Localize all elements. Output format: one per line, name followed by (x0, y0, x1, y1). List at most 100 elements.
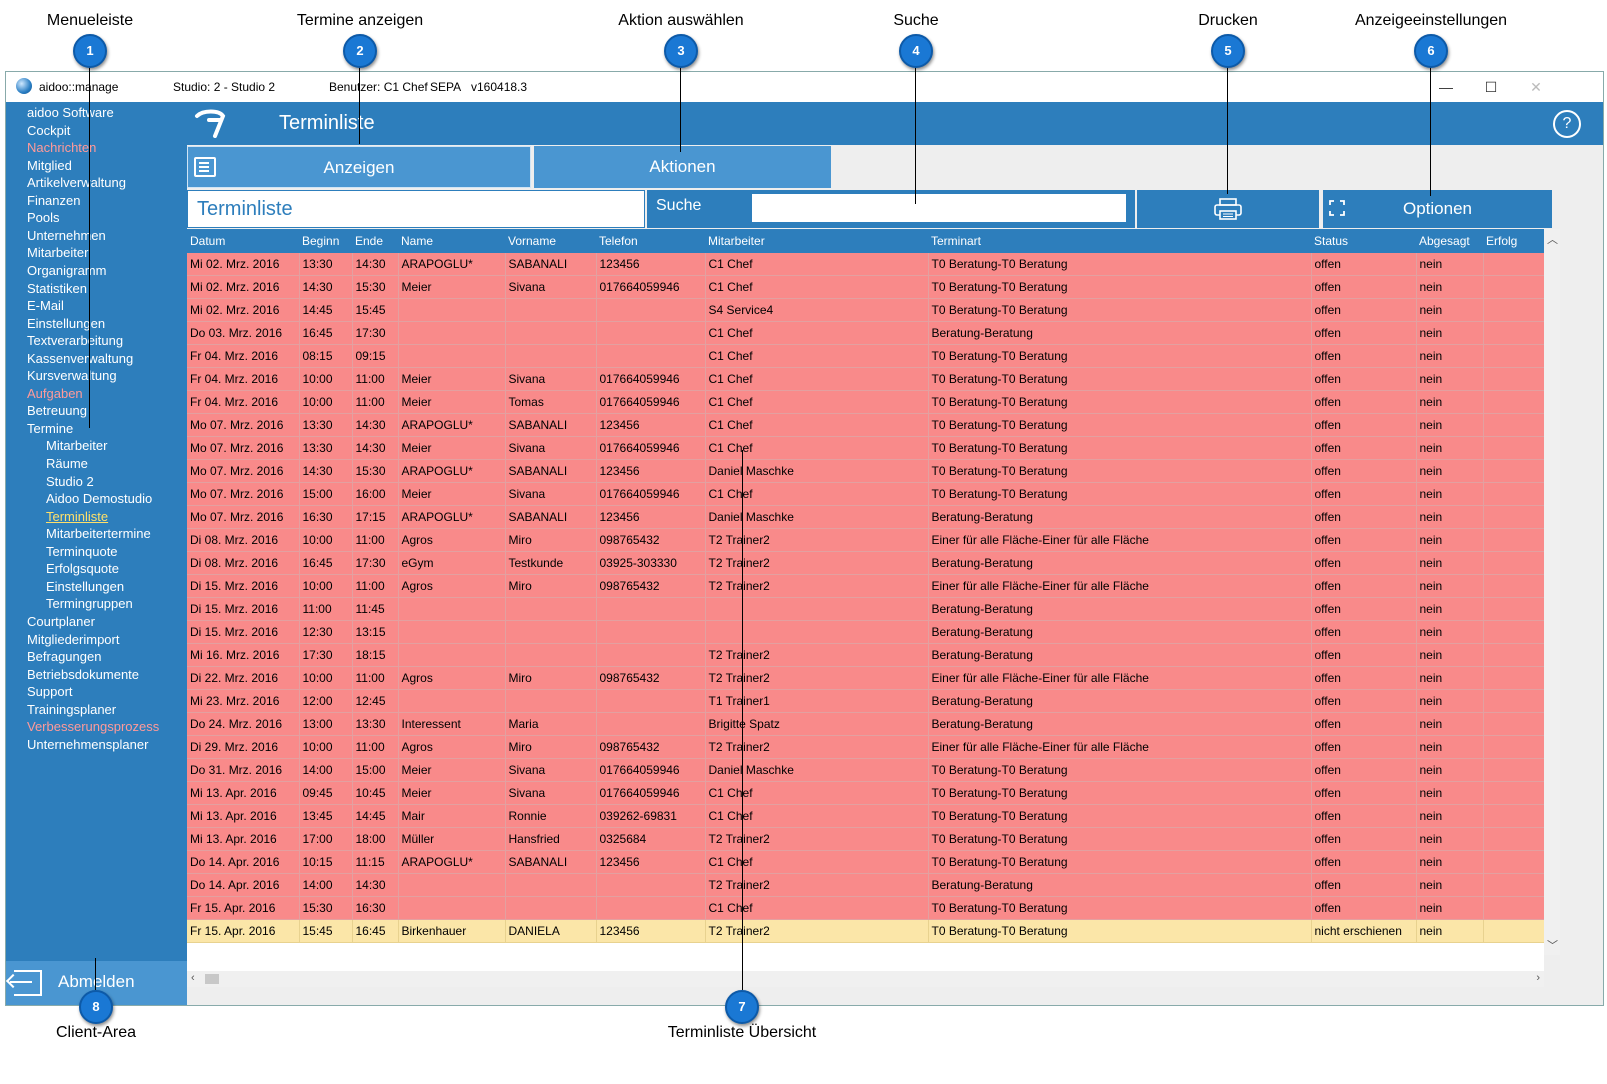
table-row[interactable]: Do 31. Mrz. 2016 14:00 15:00 Meier Sivana 017… (187, 758, 1544, 782)
sidebar-item[interactable]: Aidoo Demostudio (46, 491, 152, 506)
table-row[interactable]: Mi 16. Mrz. 2016 17:30 18:15 T2 Trainer2 Ber… (187, 643, 1544, 667)
table-row[interactable]: Mo 07. Mrz. 2016 14:30 15:30 ARAPOGLU* SABAN… (187, 459, 1544, 483)
column-header[interactable]: Telefon (596, 229, 705, 253)
sidebar-item[interactable]: Erfolgsquote (46, 561, 119, 576)
table-row[interactable]: Mo 07. Mrz. 2016 13:30 14:30 ARAPOGLU* SABAN… (187, 413, 1544, 437)
column-header[interactable]: Datum (187, 229, 299, 253)
column-header[interactable]: Status (1311, 229, 1416, 253)
sidebar-item[interactable]: Textverarbeitung (27, 333, 123, 348)
column-header[interactable]: Abgesagt (1416, 229, 1483, 253)
table-row[interactable]: Fr 15. Apr. 2016 15:30 16:30 C1 Chef T0 Bera… (187, 896, 1544, 920)
scroll-left-icon[interactable]: ‹ (191, 972, 195, 984)
sidebar-item[interactable]: Termingruppen (46, 596, 133, 611)
scroll-thumb[interactable] (205, 974, 219, 984)
search-label: Suche (656, 197, 702, 214)
search-input[interactable] (752, 194, 1126, 222)
table-row[interactable]: Mo 07. Mrz. 2016 15:00 16:00 Meier Sivana 017… (187, 482, 1544, 506)
table-row[interactable]: Di 29. Mrz. 2016 10:00 11:00 Agros Miro 09876… (187, 735, 1544, 759)
sidebar-item[interactable]: Organigramm (27, 263, 106, 278)
table-row[interactable]: Fr 04. Mrz. 2016 10:00 11:00 Meier Sivana 017… (187, 367, 1544, 391)
table-row[interactable]: Mi 02. Mrz. 2016 13:30 14:30 ARAPOGLU* SABAN… (187, 253, 1544, 276)
table-row[interactable]: Fr 04. Mrz. 2016 10:00 11:00 Meier Tomas 0176… (187, 390, 1544, 414)
scroll-right-icon[interactable]: › (1536, 972, 1540, 984)
table-row[interactable]: Mi 02. Mrz. 2016 14:30 15:30 Meier Sivana 017… (187, 275, 1544, 299)
column-header[interactable]: Erfolg (1483, 229, 1544, 253)
table-row[interactable]: Mi 13. Apr. 2016 13:45 14:45 Mair Ronnie 0392… (187, 804, 1544, 828)
sidebar-item[interactable]: Befragungen (27, 649, 101, 664)
column-header[interactable]: Mitarbeiter (705, 229, 928, 253)
column-header[interactable]: Vorname (505, 229, 596, 253)
sidebar-item[interactable]: Mitgliederimport (27, 632, 119, 647)
table-row[interactable]: Mi 13. Apr. 2016 17:00 18:00 Müller Hansfrie… (187, 827, 1544, 851)
table-row[interactable]: Di 15. Mrz. 2016 11:00 11:45 Beratung-Berat… (187, 597, 1544, 621)
table-row[interactable]: Di 08. Mrz. 2016 10:00 11:00 Agros Miro 09876… (187, 528, 1544, 552)
sidebar-item[interactable]: Nachrichten (27, 140, 96, 155)
minimize-button[interactable]: — (1428, 76, 1464, 98)
table-row[interactable]: Mo 07. Mrz. 2016 16:30 17:15 ARAPOGLU* SABAN… (187, 505, 1544, 529)
tab-aktionen[interactable]: Aktionen (534, 146, 831, 188)
table-cell (1483, 413, 1544, 437)
help-icon[interactable]: ? (1553, 110, 1581, 138)
scroll-up-icon[interactable]: ︿ (1547, 231, 1558, 247)
sidebar-item[interactable]: Termine (27, 421, 73, 436)
sidebar-item[interactable]: Trainingsplaner (27, 702, 116, 717)
options-button[interactable]: Optionen (1323, 190, 1552, 228)
column-header[interactable]: Ende (352, 229, 398, 253)
sidebar-item[interactable]: Courtplaner (27, 614, 95, 629)
sidebar-item[interactable]: Einstellungen (46, 579, 124, 594)
sidebar-item[interactable]: Terminliste (46, 509, 108, 524)
table-row[interactable]: Di 15. Mrz. 2016 10:00 11:00 Agros Miro 09876… (187, 574, 1544, 598)
table-row[interactable]: Do 14. Apr. 2016 14:00 14:30 T2 Trainer2 Ber… (187, 873, 1544, 897)
sidebar-item[interactable]: Cockpit (27, 123, 70, 138)
table-row[interactable]: Di 22. Mrz. 2016 10:00 11:00 Agros Miro 09876… (187, 666, 1544, 690)
table-row[interactable]: Mi 13. Apr. 2016 09:45 10:45 Meier Sivana 017… (187, 781, 1544, 805)
sidebar-item[interactable]: Support (27, 684, 73, 699)
horizontal-scrollbar[interactable]: ‹ › (187, 971, 1544, 987)
column-header[interactable]: Terminart (928, 229, 1311, 253)
sidebar-item[interactable]: Finanzen (27, 193, 80, 208)
vertical-scrollbar[interactable]: ︿ ﹀ (1544, 229, 1560, 955)
column-header[interactable]: Beginn (299, 229, 352, 253)
tab-anzeigen[interactable]: Anzeigen (187, 146, 531, 188)
table-row[interactable]: Mi 23. Mrz. 2016 12:00 12:45 T1 Trainer1 Ber… (187, 689, 1544, 713)
sidebar-item[interactable]: Mitarbeiter (46, 438, 107, 453)
table-row[interactable]: Fr 15. Apr. 2016 15:45 16:45 Birkenhauer DAN… (187, 919, 1544, 943)
scroll-down-icon[interactable]: ﹀ (1547, 937, 1558, 953)
sidebar-item[interactable]: Räume (46, 456, 88, 471)
callout-badge-6: 6 (1414, 34, 1448, 68)
table-cell: T2 Trainer2 (705, 735, 929, 759)
sidebar-item[interactable]: aidoo Software (27, 105, 114, 120)
sidebar-item[interactable]: Terminquote (46, 544, 118, 559)
column-header[interactable]: Name (398, 229, 505, 253)
table-row[interactable]: Mo 07. Mrz. 2016 13:30 14:30 Meier Sivana 017… (187, 436, 1544, 460)
sidebar-item[interactable]: E-Mail (27, 298, 64, 313)
table-cell: Mi 13. Apr. 2016 (187, 781, 300, 805)
table-row[interactable]: Di 08. Mrz. 2016 16:45 17:30 eGym Testkunde 0… (187, 551, 1544, 575)
sidebar-item[interactable]: Artikelverwaltung (27, 175, 126, 190)
sidebar-item[interactable]: Betriebsdokumente (27, 667, 139, 682)
sidebar-item[interactable]: Aufgaben (27, 386, 83, 401)
sidebar-item[interactable]: Mitarbeitertermine (46, 526, 151, 541)
callout-badge-4: 4 (899, 34, 933, 68)
sidebar-item[interactable]: Betreuung (27, 403, 87, 418)
table-row[interactable]: Fr 04. Mrz. 2016 08:15 09:15 C1 Chef T0 Bera… (187, 344, 1544, 368)
maximize-button[interactable]: ☐ (1473, 76, 1509, 98)
table-row[interactable]: Do 24. Mrz. 2016 13:00 13:30 Interessent Mar… (187, 712, 1544, 736)
sidebar-item[interactable]: Mitglied (27, 158, 72, 173)
sidebar-item[interactable]: Kursverwaltung (27, 368, 117, 383)
table-row[interactable]: Di 15. Mrz. 2016 12:30 13:15 Beratung-Berat… (187, 620, 1544, 644)
sidebar-item[interactable]: Unternehmen (27, 228, 106, 243)
sidebar-item[interactable]: Verbesserungsprozess (27, 719, 159, 734)
sidebar-item[interactable]: Pools (27, 210, 60, 225)
table-row[interactable]: Do 14. Apr. 2016 10:15 11:15 ARAPOGLU* SABAN… (187, 850, 1544, 874)
sidebar-item[interactable]: Unternehmensplaner (27, 737, 148, 752)
sidebar-item[interactable]: Studio 2 (46, 474, 94, 489)
sidebar-item[interactable]: Mitarbeiter (27, 245, 88, 260)
print-button[interactable] (1137, 190, 1319, 228)
table-row[interactable]: Mi 02. Mrz. 2016 14:45 15:45 S4 Service4 T0 … (187, 298, 1544, 322)
sidebar-item[interactable]: Kassenverwaltung (27, 351, 133, 366)
sidebar-item[interactable]: Statistiken (27, 281, 87, 296)
table-row[interactable]: Do 03. Mrz. 2016 16:45 17:30 C1 Chef Beratun… (187, 321, 1544, 345)
sidebar-item[interactable]: Einstellungen (27, 316, 105, 331)
close-button[interactable]: ✕ (1518, 76, 1554, 98)
